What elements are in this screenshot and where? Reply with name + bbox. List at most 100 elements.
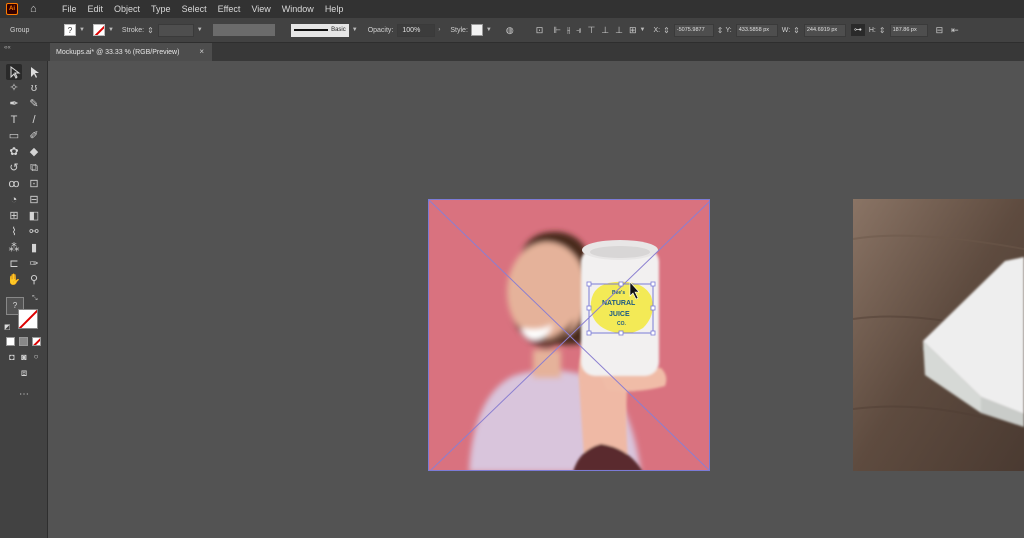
mesh-tool-icon[interactable]: ⊞ [6,208,22,224]
eraser-icon[interactable]: ◆ [26,144,42,160]
blend-tool-icon[interactable]: ⚯ [26,224,42,240]
align-center-icon[interactable]: ⫲ [567,25,570,36]
transform-icon[interactable]: ⊞ [629,25,637,36]
lasso-icon[interactable]: ʊ [26,80,42,96]
fill-swatch[interactable]: ? [64,24,76,36]
transform-dropdown-icon[interactable]: ▼ [640,27,646,33]
h-stepper-icon[interactable]: ⇕ [879,26,886,35]
align-bottom-icon[interactable]: ⊥ [615,25,623,36]
shaper-tool-icon[interactable]: ✿ [6,144,22,160]
h-field[interactable]: 187.86 px [889,23,928,37]
color-mode-icon[interactable] [6,337,15,346]
artboard-mockup-photo[interactable]: Bee's NATURAL JUICE CO. [428,199,710,471]
align-right-icon[interactable]: ⫣ [576,25,581,36]
stroke-box[interactable] [18,309,38,329]
x-label: X: [653,26,661,34]
rectangle-tool-icon[interactable]: ▭ [6,128,22,144]
pen-tool-icon[interactable]: ✒ [6,96,22,112]
align-top-icon[interactable]: ⊤ [587,25,595,36]
home-icon[interactable]: ⌂ [30,3,44,15]
default-colors-icon[interactable]: ◩ [4,323,11,331]
slice-tool-icon[interactable]: ✑ [26,256,42,272]
document-tab-bar: Mockups.ai* @ 33.33 % (RGB/Preview) × [50,43,1024,61]
perspective-grid-icon[interactable]: ⊟ [26,192,42,208]
align-left-icon[interactable]: ⊩ [553,25,561,36]
y-field[interactable]: 433.5858 px [735,23,778,37]
illustrator-logo: Ai [6,3,18,15]
gradient-tool-icon[interactable]: ◧ [26,208,42,224]
w-field[interactable]: 244.6919 px [803,23,846,37]
y-stepper-icon[interactable]: ⇕ [717,26,724,35]
none-mode-icon[interactable] [32,337,41,346]
opacity-label[interactable]: Opacity: [368,27,394,34]
swap-fill-stroke-icon[interactable]: ⤡ [32,295,38,303]
more-tools-icon[interactable]: ⋯ [16,387,32,403]
h-label: H: [868,26,876,34]
can-label-line4: CO. [617,321,627,327]
w-stepper-icon[interactable]: ⇕ [793,26,800,35]
menu-file[interactable]: File [62,4,77,14]
graph-tool-icon[interactable]: ▮ [26,240,42,256]
box-photo [853,199,1024,471]
opacity-field[interactable]: 100% [397,23,436,37]
menu-effect[interactable]: Effect [218,4,241,14]
paintbrush-icon[interactable]: ✐ [26,128,42,144]
menu-help[interactable]: Help [325,4,344,14]
style-swatch[interactable] [470,24,483,36]
control-bar: Group ? ▼ ▼ Stroke: ⇕ ▼ Basic ▼ Opacity:… [0,18,1024,43]
style-label: Style: [450,26,468,34]
gradient-mode-icon[interactable] [19,337,28,346]
brush-dropdown-icon[interactable]: ▼ [352,27,358,33]
menu-window[interactable]: Window [282,4,314,14]
x-stepper-icon[interactable]: ⇕ [663,26,670,35]
line-tool-icon[interactable]: / [26,112,42,128]
curvature-tool-icon[interactable]: ✎ [26,96,42,112]
stroke-stepper-icon[interactable]: ⇕ [147,26,154,35]
align-to-icon[interactable]: ⊡ [536,25,544,36]
close-tab-icon[interactable]: × [199,47,204,56]
artboard-box-photo[interactable] [853,199,1024,471]
hand-tool-icon[interactable]: ✋ [6,272,22,288]
menu-view[interactable]: View [251,4,270,14]
opacity-arrow-icon[interactable]: › [438,27,440,33]
rotate-tool-icon[interactable]: ↺ [6,160,22,176]
menu-edit[interactable]: Edit [88,4,104,14]
screen-mode-icon[interactable]: ⧈ [16,366,32,382]
type-tool-icon[interactable]: T [6,112,22,128]
selection-tool-icon[interactable] [6,64,22,80]
tools-panel: ✧ ʊ ✒ ✎ T / ▭ ✐ ✿ ◆ ↺ ⧉ ꝏ ⊡ ◔ ⊟ ⊞ ◧ ⌇ ⚯ … [0,61,48,538]
stroke-weight-dropdown-icon[interactable]: ▼ [197,27,203,33]
recolor-icon[interactable]: ◍ [506,25,514,36]
symbol-sprayer-icon[interactable]: ⁂ [6,240,22,256]
eyedropper-icon[interactable]: ⌇ [6,224,22,240]
menu-object[interactable]: Object [114,4,140,14]
collapse-icon[interactable]: «« [4,45,11,51]
isolate-icon[interactable]: ⇤ [951,25,959,36]
brush-definition[interactable]: Basic [290,23,349,37]
menu-type[interactable]: Type [151,4,171,14]
constrain-proportions-icon[interactable]: ⊶ [850,24,865,36]
zoom-tool-icon[interactable]: ⚲ [26,272,42,288]
draw-inside-icon[interactable]: ○ [28,349,44,365]
free-transform-icon[interactable]: ⊡ [26,176,42,192]
y-label: Y: [725,26,732,34]
stroke-weight-field[interactable] [157,23,194,37]
transform-panel-icon[interactable]: ⊟ [936,25,944,36]
warp-tool-icon[interactable]: ꝏ [6,176,22,192]
stroke-swatch[interactable] [92,24,105,36]
magic-wand-icon[interactable]: ✧ [6,80,22,96]
document-tab[interactable]: Mockups.ai* @ 33.33 % (RGB/Preview) × [50,43,212,61]
style-dropdown-icon[interactable]: ▼ [486,27,492,33]
x-field[interactable]: -5075.9877 [673,23,714,37]
menu-select[interactable]: Select [182,4,207,14]
menu-bar: Ai ⌂ File Edit Object Type Select Effect… [0,0,1024,18]
stroke-dropdown-icon[interactable]: ▼ [108,27,114,33]
shape-builder-icon[interactable]: ◔ [6,192,22,208]
direct-selection-icon[interactable] [26,64,42,80]
align-middle-icon[interactable]: ⊥ [601,25,609,36]
scale-tool-icon[interactable]: ⧉ [26,160,42,176]
artboard-tool-icon[interactable]: ⊏ [6,256,22,272]
variable-width-profile[interactable] [212,24,275,36]
fill-dropdown-icon[interactable]: ▼ [79,27,85,33]
fill-stroke-indicator[interactable]: ? ⤡ ◩ [4,295,42,333]
